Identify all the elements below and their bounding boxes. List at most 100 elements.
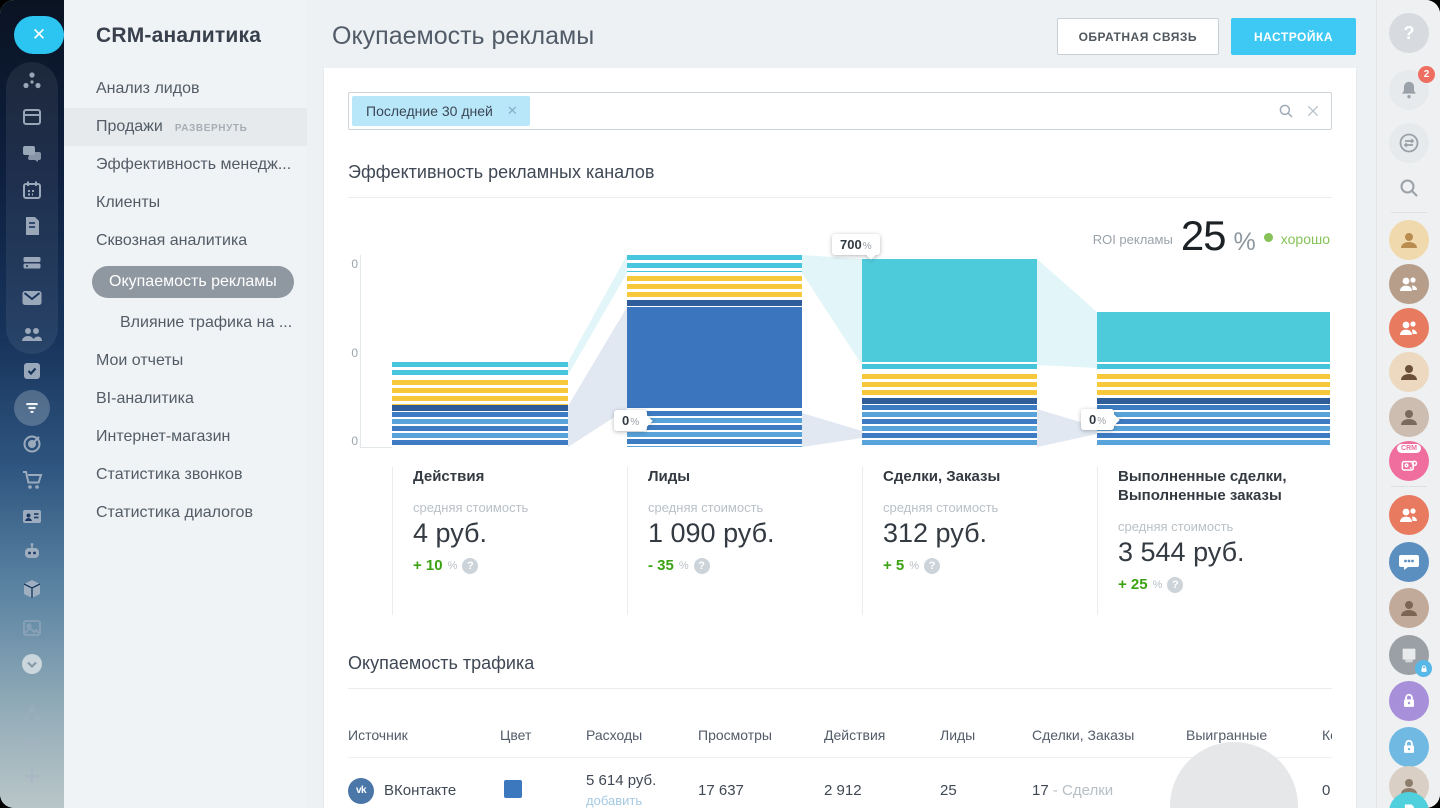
sidebar-item-online-shop[interactable]: Интернет-магазин	[64, 418, 307, 456]
settings-button[interactable]: НАСТРОЙКА	[1231, 18, 1356, 55]
crm-contacts-button[interactable]: CRM	[1389, 441, 1429, 481]
sidebar-item-clients[interactable]: Клиенты	[64, 184, 307, 222]
col-color: Цвет	[500, 727, 586, 743]
notifications-button[interactable]: 2	[1389, 70, 1429, 110]
user-avatar-1[interactable]	[1389, 220, 1429, 260]
two-person-icon	[1397, 272, 1421, 296]
col-deals: Сделки, Заказы	[1032, 727, 1186, 743]
messenger-icon[interactable]	[20, 141, 44, 165]
add-expense-link[interactable]: добавить	[586, 793, 642, 808]
sidebar-item-ad-roi-selected[interactable]: Окупаемость рекламы	[92, 266, 294, 298]
shop-cart-icon[interactable]	[20, 468, 44, 492]
color-swatch[interactable]	[504, 780, 522, 798]
search-icon[interactable]	[1277, 102, 1295, 120]
group-avatar-tan[interactable]	[1389, 264, 1429, 304]
user-avatar-man-glasses[interactable]	[1389, 352, 1429, 392]
notification-badge: 2	[1418, 66, 1435, 83]
sidebar-item-dialog-statistics[interactable]: Статистика диалогов	[64, 494, 307, 532]
close-icon: ✕	[32, 25, 46, 45]
col-expenses: Расходы	[586, 727, 698, 743]
filter-bar[interactable]: Последние 30 дней ✕	[348, 92, 1332, 130]
user-avatar-3[interactable]	[1389, 588, 1429, 628]
locked-chat-purple[interactable]	[1389, 681, 1429, 721]
y-tick-mid: 0	[348, 346, 358, 360]
group-avatar-orange-2[interactable]	[1389, 495, 1429, 535]
deals-cell: 17 - Сделки	[1032, 782, 1186, 799]
sitemap-icon[interactable]	[20, 701, 44, 725]
add-plus-icon[interactable]	[20, 764, 44, 788]
search-button[interactable]	[1389, 168, 1429, 208]
rail-divider	[1391, 212, 1427, 213]
marketing-target-icon[interactable]	[20, 432, 44, 456]
tooltip-0-won: 0%	[1081, 409, 1114, 430]
crm-analytics-active-icon[interactable]	[14, 390, 50, 426]
col-actions: Действия	[824, 727, 940, 743]
sidebar-item-sales[interactable]: ПродажиРАЗВЕРНУТЬ	[64, 108, 307, 146]
tasks-icon[interactable]	[20, 359, 44, 383]
mail-icon[interactable]	[20, 286, 44, 310]
sidebar-item-traffic-influence[interactable]: Влияние трафика на ...	[64, 304, 307, 342]
report-card: Последние 30 дней ✕ Эффективность реклам…	[324, 68, 1356, 808]
sidebar-menu: Анализ лидов ПродажиРАЗВЕРНУТЬ Эффективн…	[64, 70, 307, 532]
feedback-button[interactable]: ОБРАТНАЯ СВЯЗЬ	[1057, 18, 1219, 55]
help-question-icon[interactable]: ?	[1167, 577, 1183, 593]
lock-icon	[1399, 691, 1419, 711]
gallery-icon[interactable]	[20, 616, 44, 640]
page-title: Окупаемость рекламы	[332, 22, 594, 51]
contact-center-icon[interactable]	[20, 504, 44, 528]
settings-gear-icon[interactable]	[20, 732, 44, 756]
roi-unit: %	[1234, 228, 1256, 257]
person-icon	[1397, 596, 1421, 620]
y-tick-bottom: 0	[348, 434, 358, 448]
expand-hint[interactable]: РАЗВЕРНУТЬ	[175, 123, 248, 134]
sidebar-item-my-reports[interactable]: Мои отчеты	[64, 342, 307, 380]
sidebar-item-call-statistics[interactable]: Статистика звонков	[64, 456, 307, 494]
drive-icon[interactable]	[20, 250, 44, 274]
col-source: Источник	[348, 727, 500, 743]
help-question-icon[interactable]: ?	[462, 558, 478, 574]
status-dot	[1264, 233, 1273, 242]
actions-cell: 2 912	[824, 782, 940, 799]
two-person-icon	[1397, 316, 1421, 340]
channels-section-title: Эффективность рекламных каналов	[348, 162, 1332, 183]
collapse-chevron-icon[interactable]	[20, 652, 44, 676]
chip-remove-icon[interactable]: ✕	[507, 103, 518, 119]
chat-people-icon	[1397, 550, 1421, 574]
dialog-history-button[interactable]	[1389, 123, 1429, 163]
close-menu-button[interactable]: ✕	[14, 16, 64, 54]
sidebar-item-manager-efficiency[interactable]: Эффективность менедж...	[64, 146, 307, 184]
leads-cell: 25	[940, 782, 1032, 799]
filter-chip-period[interactable]: Последние 30 дней ✕	[352, 96, 530, 126]
sidebar-item-end-to-end-analytics[interactable]: Сквозная аналитика	[64, 222, 307, 260]
network-icon[interactable]	[20, 69, 44, 93]
source-cell: vk ВКонтакте	[348, 778, 500, 804]
stat-leads: Лиды средняя стоимость 1 090 руб. - 35 %…	[627, 467, 855, 615]
lock-icon	[1399, 737, 1419, 757]
search-icon	[1397, 176, 1421, 200]
automation-bot-icon[interactable]	[20, 540, 44, 564]
group-avatar-orange[interactable]	[1389, 308, 1429, 348]
help-button[interactable]: ?	[1389, 13, 1429, 53]
locked-chat-avatar[interactable]	[1389, 635, 1429, 675]
help-question-icon[interactable]: ?	[694, 558, 710, 574]
col-won: Выигранные	[1186, 727, 1322, 743]
sidebar-item-bi-analytics[interactable]: BI-аналитика	[64, 380, 307, 418]
roi-status: хорошо	[1281, 231, 1330, 247]
employees-icon[interactable]	[20, 322, 44, 346]
lock-badge-icon	[1415, 660, 1432, 677]
col-views: Просмотры	[698, 727, 824, 743]
clear-filter-icon[interactable]	[1305, 103, 1321, 119]
calendar-icon[interactable]	[20, 178, 44, 202]
main-header: Окупаемость рекламы ОБРАТНАЯ СВЯЗЬ НАСТР…	[307, 0, 1376, 68]
sites-icon[interactable]	[20, 105, 44, 129]
group-chat-button[interactable]	[1389, 542, 1429, 582]
views-cell: 17 637	[698, 782, 824, 799]
documents-icon[interactable]	[20, 214, 44, 238]
locked-chat-blue[interactable]	[1389, 727, 1429, 767]
help-question-icon[interactable]: ?	[924, 558, 940, 574]
sidebar-item-lead-analysis[interactable]: Анализ лидов	[64, 70, 307, 108]
funnel-chart: ROI рекламы 25 % хорошо 0 0 0	[348, 210, 1332, 455]
user-avatar-2[interactable]	[1389, 397, 1429, 437]
roi-value: 25	[1181, 212, 1226, 260]
apps-box-icon[interactable]	[20, 577, 44, 601]
